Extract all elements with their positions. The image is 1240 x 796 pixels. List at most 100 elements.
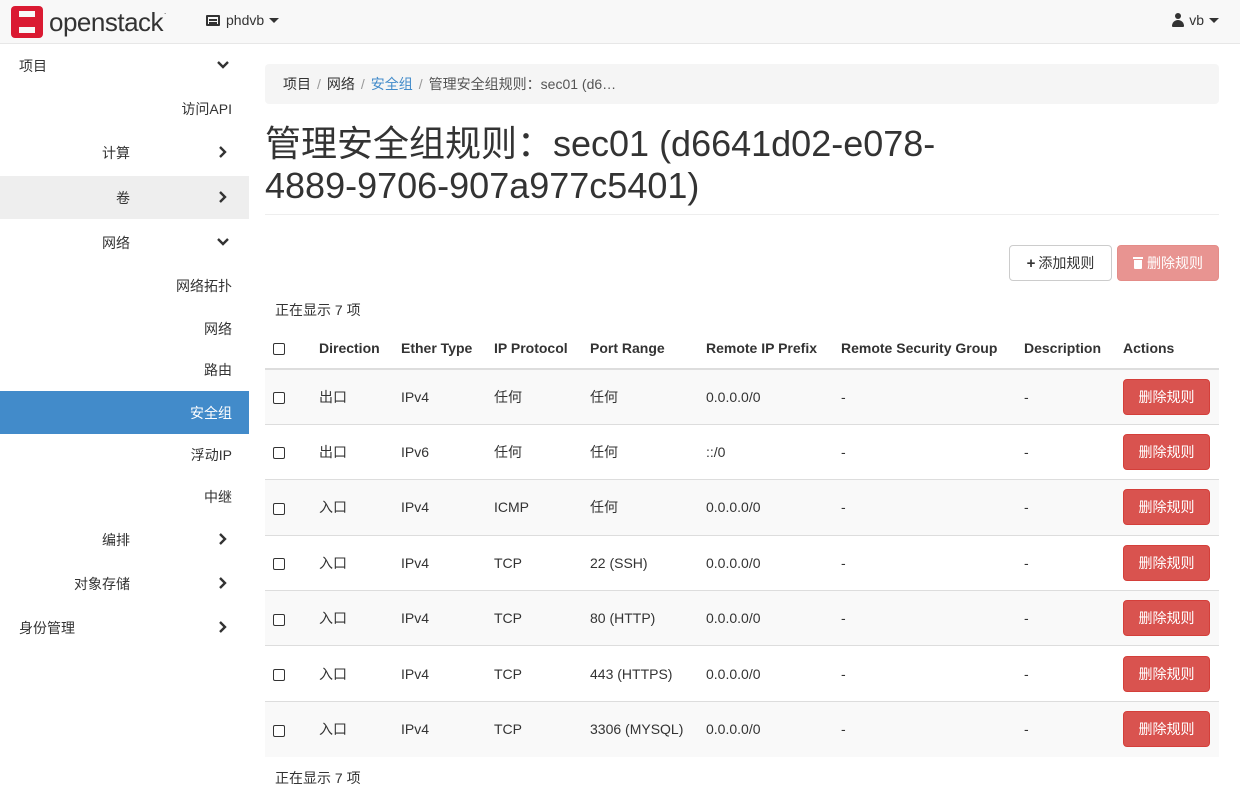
cell-prefix: 0.0.0.0/0 xyxy=(698,590,833,646)
row-checkbox[interactable] xyxy=(273,447,285,460)
sidebar-item-2[interactable]: 计算 xyxy=(0,131,249,174)
sidebar-item-11[interactable]: 编排 xyxy=(0,518,249,561)
cell-direction: 入口 xyxy=(311,534,393,591)
sidebar-item-label: 中继 xyxy=(204,488,232,505)
table-row: 入口 IPv4 TCP 443 (HTTPS) 0.0.0.0/0- - 删除规则 xyxy=(265,645,1219,702)
row-checkbox[interactable] xyxy=(273,668,285,681)
row-checkbox[interactable] xyxy=(273,502,285,515)
row-checkbox[interactable] xyxy=(273,724,285,737)
delete-rule-button[interactable]: 删除规则 xyxy=(1123,489,1210,526)
cell-protocol: TCP xyxy=(486,590,582,646)
sidebar-item-7[interactable]: 路由 xyxy=(0,348,249,391)
cell-protocol: 任何 xyxy=(486,368,582,425)
table-row: 入口 IPv4 TCP 22 (SSH) 0.0.0.0/0- - 删除规则 xyxy=(265,534,1219,591)
sidebar-item-label: 网络拓扑 xyxy=(176,277,232,294)
breadcrumb-item-2[interactable]: 安全组 xyxy=(371,74,413,94)
cell-desc: - xyxy=(1016,368,1115,425)
sidebar-item-4[interactable]: 网络 xyxy=(0,221,249,264)
row-checkbox[interactable] xyxy=(273,558,285,571)
item-count-top: 正在显示 7 项 xyxy=(275,302,361,318)
breadcrumb: 项目 / 网络 / 安全组 / 管理安全组规则：sec01 (d6… xyxy=(265,64,1219,104)
cell-prefix: ::/0 xyxy=(698,423,833,480)
table-row: 出口 IPv4 任何 任何 0.0.0.0/0- - 删除规则 xyxy=(265,368,1219,425)
cell-ether: IPv4 xyxy=(393,590,486,646)
project-list-icon xyxy=(206,14,220,26)
delete-rule-button[interactable]: 删除规则 xyxy=(1123,378,1210,415)
breadcrumb-item-0: 项目 xyxy=(283,76,311,92)
sidebar-item-5[interactable]: 网络拓扑 xyxy=(0,264,249,307)
chevron-right-icon xyxy=(219,533,227,545)
sidebar-item-label: 对象存储 xyxy=(74,575,130,592)
cell-actions: 删除规则 xyxy=(1115,479,1219,536)
sidebar-item-1[interactable]: 访问API xyxy=(0,87,249,130)
table-row: 入口 IPv4 TCP 3306 (MYSQL) 0.0.0.0/0- - 删除规则 xyxy=(265,700,1219,757)
delete-rule-button[interactable]: 删除规则 xyxy=(1123,711,1210,748)
cell-group: - xyxy=(833,479,1016,536)
cell-direction: 入口 xyxy=(311,700,393,757)
sidebar-item-12[interactable]: 对象存储 xyxy=(0,562,249,605)
cell-actions: 删除规则 xyxy=(1115,368,1219,425)
cell-actions: 删除规则 xyxy=(1115,700,1219,757)
page-title: 管理安全组规则：sec01 (d6641d02-e078- 4889-9706-… xyxy=(265,123,1025,207)
add-rule-button[interactable]: + 添加规则 xyxy=(1009,245,1112,281)
cell-port: 任何 xyxy=(582,423,698,480)
caret-down-icon xyxy=(269,17,280,23)
chevron-down-icon xyxy=(217,238,229,246)
cell-protocol: ICMP xyxy=(486,479,582,536)
cell-direction: 出口 xyxy=(311,423,393,480)
cell-direction: 入口 xyxy=(311,479,393,536)
cell-port: 443 (HTTPS) xyxy=(582,645,698,702)
brand-name: openstack xyxy=(49,6,164,37)
breadcrumb-separator: / xyxy=(360,76,365,92)
delete-rule-button[interactable]: 删除规则 xyxy=(1123,544,1210,581)
sidebar-item-9[interactable]: 浮动IP xyxy=(0,433,249,476)
cell-desc: - xyxy=(1016,700,1115,757)
chevron-right-icon xyxy=(219,146,227,158)
cell-protocol: TCP xyxy=(486,645,582,702)
sidebar-item-label: 计算 xyxy=(102,144,130,161)
delete-rule-button[interactable]: 删除规则 xyxy=(1123,434,1210,471)
select-all-checkbox[interactable] xyxy=(273,343,285,356)
column-header: Port Range xyxy=(582,328,698,370)
cell-group: - xyxy=(833,645,1016,702)
cell-actions: 删除规则 xyxy=(1115,534,1219,591)
sidebar-item-label: 安全组 xyxy=(190,404,232,421)
sidebar-item-label: 网络 xyxy=(204,320,232,337)
table-row: 入口 IPv4 TCP 80 (HTTP) 0.0.0.0/0- - 删除规则 xyxy=(265,590,1219,646)
sidebar-item-8[interactable]: 安全组 xyxy=(0,391,249,434)
cell-group: - xyxy=(833,534,1016,591)
user-menu[interactable]: vb xyxy=(1172,12,1219,28)
cell-prefix: 0.0.0.0/0 xyxy=(698,479,833,536)
row-checkbox[interactable] xyxy=(273,392,285,405)
openstack-logo-icon xyxy=(11,6,43,38)
column-header: Description xyxy=(1016,328,1115,370)
cell-ether: IPv4 xyxy=(393,534,486,591)
breadcrumb-separator: / xyxy=(317,76,321,92)
cell-group: - xyxy=(833,590,1016,646)
cell-actions: 删除规则 xyxy=(1115,590,1219,646)
row-select-cell xyxy=(265,590,311,646)
delete-rule-button[interactable]: 删除规则 xyxy=(1123,655,1210,692)
sidebar-item-10[interactable]: 中继 xyxy=(0,475,249,518)
sidebar-item-6[interactable]: 网络 xyxy=(0,307,249,350)
select-all-header xyxy=(265,328,311,370)
chevron-down-icon xyxy=(217,61,229,69)
openstack-logo[interactable]: openstack. xyxy=(11,5,166,39)
sidebar-item-label: 浮动IP xyxy=(190,446,232,463)
project-selector[interactable]: phdvb xyxy=(206,12,280,28)
table-row: 入口 IPv4 ICMP 任何 0.0.0.0/0- - 删除规则 xyxy=(265,479,1219,536)
sidebar-item-label: 项目 xyxy=(19,57,47,74)
row-select-cell xyxy=(265,534,311,591)
sidebar-item-13[interactable]: 身份管理 xyxy=(0,606,249,649)
sidebar-item-0[interactable]: 项目 xyxy=(0,44,249,87)
caret-down-icon xyxy=(1209,17,1219,23)
page-title-line2: 4889-9706-907a977c5401) xyxy=(265,165,700,206)
row-checkbox[interactable] xyxy=(273,613,285,626)
delete-rule-button[interactable]: 删除规则 xyxy=(1123,600,1210,637)
sidebar-item-3[interactable]: 卷 xyxy=(0,176,249,219)
top-navbar: openstack. phdvb vb xyxy=(0,0,1240,44)
plus-icon: + xyxy=(1026,254,1036,272)
delete-rules-button[interactable]: 删除规则 xyxy=(1117,245,1219,281)
chevron-right-icon xyxy=(219,621,227,633)
user-name: vb xyxy=(1189,12,1204,28)
